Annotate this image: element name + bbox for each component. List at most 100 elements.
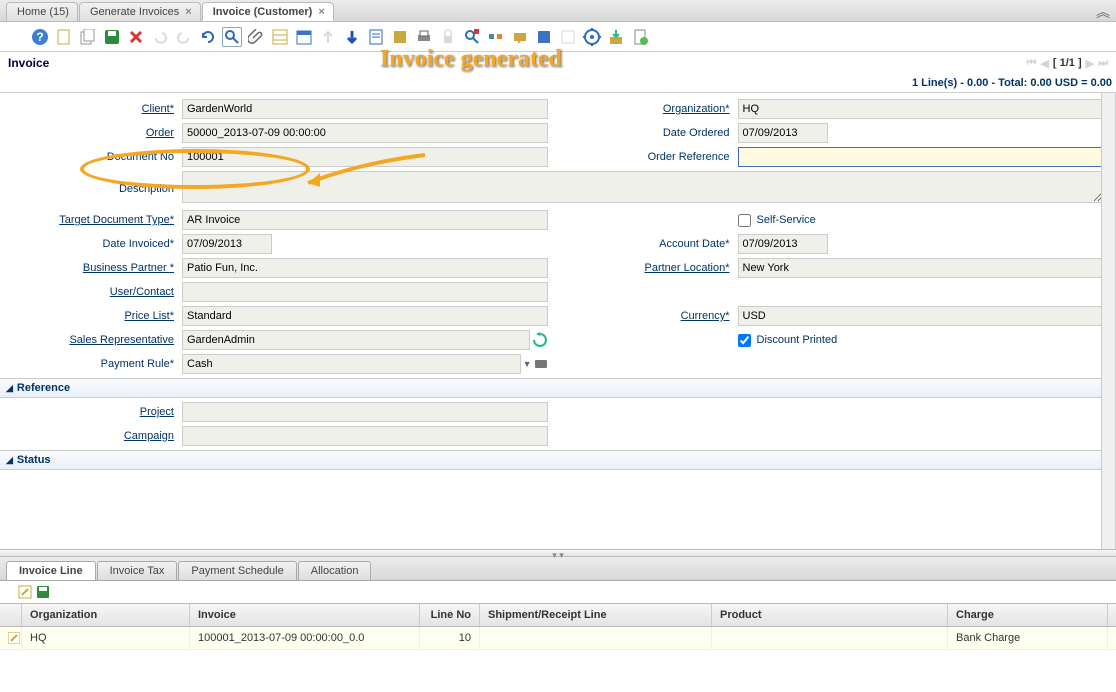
detail-icon[interactable] (342, 27, 362, 47)
section-reference[interactable]: ◢Reference (0, 378, 1115, 398)
payment-rule-field[interactable] (182, 354, 521, 374)
close-icon[interactable]: × (185, 6, 191, 18)
business-partner-label[interactable]: Business Partner (12, 262, 182, 274)
date-invoiced-label: Date Invoiced (12, 238, 182, 250)
help-icon[interactable]: ? (30, 27, 50, 47)
export-icon[interactable] (558, 27, 578, 47)
dropdown-icon[interactable]: ▼ (523, 359, 532, 369)
col-line-no[interactable]: Line No (420, 604, 480, 626)
partner-location-field[interactable] (738, 258, 1104, 278)
collapse-arrow-icon: ◢ (6, 383, 13, 394)
archive-icon[interactable] (390, 27, 410, 47)
order-reference-field[interactable] (738, 147, 1104, 167)
order-reference-label: Order Reference (568, 151, 738, 163)
sub-tab-payment-schedule[interactable]: Payment Schedule (178, 561, 296, 580)
grid-toggle-icon[interactable] (270, 27, 290, 47)
zoom-across-icon[interactable] (462, 27, 482, 47)
tab-invoice-customer[interactable]: Invoice (Customer)× (202, 2, 334, 21)
refresh-icon[interactable] (198, 27, 218, 47)
new-icon[interactable] (54, 27, 74, 47)
sub-tab-allocation[interactable]: Allocation (298, 561, 372, 580)
copy-icon[interactable] (78, 27, 98, 47)
parent-icon[interactable] (318, 27, 338, 47)
last-record-icon[interactable]: ⏭ (1098, 57, 1108, 70)
document-no-label: Document No (12, 151, 182, 163)
section-status[interactable]: ◢Status (0, 450, 1115, 470)
col-organization[interactable]: Organization (22, 604, 190, 626)
description-field[interactable] (182, 171, 1103, 203)
first-record-icon[interactable]: ⏮ (1027, 57, 1037, 70)
user-contact-field[interactable] (182, 282, 548, 302)
campaign-label[interactable]: Campaign (12, 430, 182, 442)
account-date-field[interactable] (738, 234, 828, 254)
client-label[interactable]: Client (12, 103, 182, 115)
target-doc-type-label[interactable]: Target Document Type (12, 214, 182, 226)
row-edit-icon[interactable] (0, 627, 22, 649)
edit-row-icon[interactable] (18, 585, 32, 599)
splitter[interactable]: ▾ ▾ (0, 549, 1116, 557)
tab-home[interactable]: Home (15) (6, 2, 78, 21)
sales-rep-label[interactable]: Sales Representative (12, 334, 182, 346)
print-icon[interactable] (414, 27, 434, 47)
order-field[interactable] (182, 123, 548, 143)
invoice-line-grid: Organization Invoice Line No Shipment/Re… (0, 603, 1116, 650)
scrollbar[interactable] (1101, 93, 1115, 549)
campaign-field[interactable] (182, 426, 548, 446)
col-shipment[interactable]: Shipment/Receipt Line (480, 604, 712, 626)
payment-rule-label: Payment Rule (12, 358, 182, 370)
process-icon[interactable] (582, 27, 602, 47)
sales-rep-field[interactable] (182, 330, 530, 350)
delete-icon[interactable] (126, 27, 146, 47)
organization-label[interactable]: Organization (568, 103, 738, 115)
collapse-icon[interactable]: ︽ (1096, 2, 1110, 22)
self-service-checkbox[interactable]: Self-Service (738, 214, 1104, 227)
active-workflow-icon[interactable] (486, 27, 506, 47)
record-pager: ⏮ ◀ [ 1/1 ] ▶ ⏭ (1027, 57, 1108, 70)
page-title: Invoice (8, 56, 49, 70)
currency-label[interactable]: Currency (568, 310, 738, 322)
annotation-text: Invoice generated (380, 46, 562, 73)
redo-icon[interactable] (174, 27, 194, 47)
user-contact-label[interactable]: User/Contact (12, 286, 182, 298)
close-icon[interactable]: × (318, 6, 324, 18)
undo-icon[interactable] (150, 27, 170, 47)
prev-record-icon[interactable]: ◀ (1040, 57, 1048, 70)
title-row: Invoice Invoice generated ⏮ ◀ [ 1/1 ] ▶ … (0, 52, 1116, 74)
lock-icon[interactable] (438, 27, 458, 47)
order-label[interactable]: Order (12, 127, 182, 139)
table-row[interactable]: HQ 100001_2013-07-09 00:00:00_0.0 10 Ban… (0, 627, 1116, 650)
organization-field[interactable] (738, 99, 1104, 119)
next-record-icon[interactable]: ▶ (1086, 57, 1094, 70)
document-no-field[interactable] (182, 147, 548, 167)
currency-field[interactable] (738, 306, 1104, 326)
save-icon[interactable] (102, 27, 122, 47)
target-doc-type-field[interactable] (182, 210, 548, 230)
report-icon[interactable] (366, 27, 386, 47)
calendar-icon[interactable] (294, 27, 314, 47)
tab-generate-invoices[interactable]: Generate Invoices× (79, 2, 201, 21)
client-field[interactable] (182, 99, 548, 119)
sub-tab-invoice-line[interactable]: Invoice Line (6, 561, 96, 580)
requests-icon[interactable] (510, 27, 530, 47)
save-row-icon[interactable] (36, 585, 50, 599)
attachment-icon[interactable] (246, 27, 266, 47)
sub-tab-invoice-tax[interactable]: Invoice Tax (97, 561, 178, 580)
partner-location-label[interactable]: Partner Location (568, 262, 738, 274)
payment-icon[interactable] (534, 357, 548, 371)
business-partner-field[interactable] (182, 258, 548, 278)
project-field[interactable] (182, 402, 548, 422)
col-invoice[interactable]: Invoice (190, 604, 420, 626)
date-ordered-field[interactable] (738, 123, 828, 143)
col-product[interactable]: Product (712, 604, 948, 626)
file-import-icon[interactable] (630, 27, 650, 47)
price-list-label[interactable]: Price List (12, 310, 182, 322)
discount-printed-checkbox[interactable]: Discount Printed (738, 334, 1104, 347)
find-icon[interactable] (222, 27, 242, 47)
price-list-field[interactable] (182, 306, 548, 326)
project-label[interactable]: Project (12, 406, 182, 418)
date-invoiced-field[interactable] (182, 234, 272, 254)
product-info-icon[interactable] (534, 27, 554, 47)
refresh-field-icon[interactable] (532, 332, 548, 348)
import-icon[interactable] (606, 27, 626, 47)
col-charge[interactable]: Charge (948, 604, 1108, 626)
